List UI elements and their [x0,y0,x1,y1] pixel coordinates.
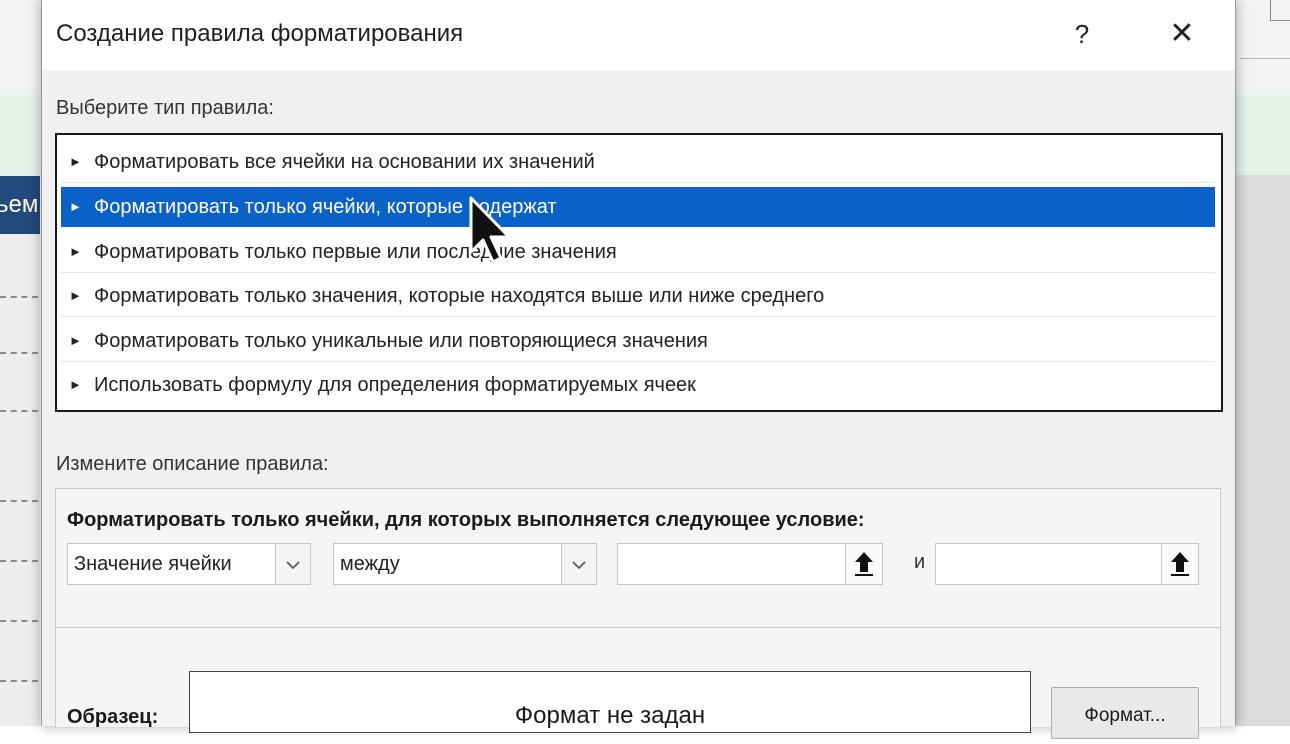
excel-gridline [0,296,38,298]
operator-select-value: между [340,553,400,575]
excel-gridline [0,500,38,502]
rule-type-item[interactable]: ► Форматировать только значения, которые… [61,276,1215,317]
rule-type-item-label: Форматировать только значения, которые н… [94,285,825,307]
rule-type-item[interactable]: ► Форматировать только первые или послед… [61,232,1215,273]
bullet-arrow-icon: ► [69,154,82,169]
format-button[interactable]: Формат... [1051,687,1199,739]
chevron-down-icon [572,561,586,570]
rule-type-item-selected[interactable]: ► Форматировать только ячейки, которые с… [61,187,1215,227]
rule-type-item-label: Использовать формулу для определения фор… [94,374,696,396]
value2-input[interactable] [935,543,1199,585]
cell-value-select[interactable]: Значение ячейки [67,543,311,585]
bullet-arrow-icon: ► [69,333,82,348]
help-button[interactable]: ? [1067,14,1097,54]
excel-left-header-cell: ьем [0,176,40,234]
operator-select[interactable]: между [333,543,597,585]
divider [56,627,1220,628]
value1-range-select-button[interactable] [845,544,882,584]
excel-gridline [0,620,38,622]
rule-type-item-label: Форматировать только первые или последни… [94,241,617,263]
excel-gridline [0,680,38,682]
preview-box: Формат не задан [189,671,1031,733]
dialog-titlebar[interactable]: Создание правила форматирования ? ✕ [42,0,1235,70]
chevron-down-icon [286,561,300,570]
bullet-arrow-icon: ► [69,288,82,303]
excel-gridline [0,410,38,412]
dialog-title: Создание правила форматирования [56,20,464,47]
rule-description-label: Измените описание правила: [56,453,329,475]
rule-type-item[interactable]: ► Форматировать все ячейки на основании … [61,142,1215,183]
excel-gridline [0,560,38,562]
bullet-arrow-icon: ► [69,199,82,214]
mouse-pointer-icon [469,196,511,264]
value2-range-select-button[interactable] [1161,544,1198,584]
rule-type-item[interactable]: ► Форматировать только уникальные или по… [61,321,1215,362]
dropdown-button[interactable] [275,544,310,584]
range-select-arrow-icon [855,552,873,576]
rule-type-list[interactable]: ► Форматировать все ячейки на основании … [55,133,1223,412]
dropdown-button[interactable] [561,544,596,584]
cell-value-select-value: Значение ячейки [74,553,232,575]
condition-heading: Форматировать только ячейки, для которых… [67,509,865,531]
value1-input[interactable] [617,543,883,585]
range-select-arrow-icon [1171,552,1189,576]
new-formatting-rule-dialog: Создание правила форматирования ? ✕ Выбе… [41,0,1236,739]
close-icon: ✕ [1169,17,1195,50]
bullet-arrow-icon: ► [69,377,82,392]
rule-description-panel: Форматировать только ячейки, для которых… [55,488,1221,739]
excel-right-cell [1270,0,1290,21]
close-button[interactable]: ✕ [1162,14,1202,54]
rule-type-item[interactable]: ► Использовать формулу для определения ф… [61,365,1215,405]
excel-right-column [1234,175,1290,726]
excel-gridline [1240,58,1290,59]
excel-gridline [0,352,38,354]
rule-type-item-label: Форматировать только уникальные или повт… [94,330,708,352]
excel-left-column [0,175,40,726]
rule-type-item-label: Форматировать все ячейки на основании их… [94,151,595,173]
bullet-arrow-icon: ► [69,244,82,259]
and-label: и [914,551,926,573]
rule-type-label: Выберите тип правила: [56,97,274,119]
